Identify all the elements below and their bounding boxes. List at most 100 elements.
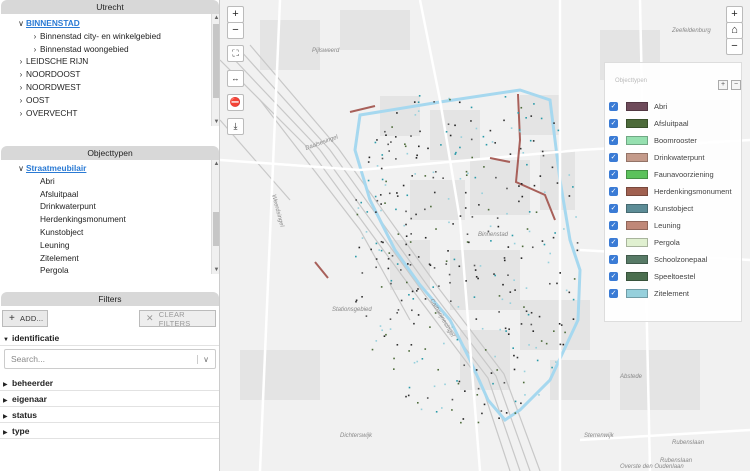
- object-marker[interactable]: [507, 333, 510, 335]
- object-marker[interactable]: [451, 398, 454, 401]
- object-marker[interactable]: [449, 281, 451, 284]
- scroll-up-icon[interactable]: ▲: [212, 160, 219, 168]
- object-marker[interactable]: [452, 223, 454, 225]
- object-marker[interactable]: [470, 138, 473, 141]
- object-marker[interactable]: [375, 340, 378, 342]
- object-marker[interactable]: [543, 243, 546, 246]
- checkbox-icon[interactable]: ✓: [609, 288, 618, 298]
- object-marker[interactable]: [460, 421, 462, 424]
- object-marker[interactable]: [464, 191, 467, 194]
- object-marker[interactable]: [568, 291, 571, 294]
- object-marker[interactable]: [496, 369, 499, 371]
- object-marker[interactable]: [429, 264, 432, 267]
- object-marker[interactable]: [365, 315, 368, 317]
- checkbox-icon[interactable]: ✓: [609, 135, 618, 145]
- home-button[interactable]: ⌂: [726, 22, 743, 39]
- object-marker[interactable]: [368, 156, 371, 159]
- object-marker[interactable]: [507, 274, 509, 276]
- object-marker[interactable]: [568, 174, 571, 176]
- tree-item[interactable]: Leuning: [0, 239, 219, 252]
- object-marker[interactable]: [519, 130, 521, 133]
- fullscreen-button[interactable]: ⛶: [227, 45, 244, 62]
- object-marker[interactable]: [430, 205, 432, 208]
- object-marker[interactable]: [521, 195, 524, 198]
- object-marker[interactable]: [513, 242, 516, 245]
- object-marker[interactable]: [492, 382, 494, 385]
- object-marker[interactable]: [520, 323, 523, 325]
- object-marker[interactable]: [521, 245, 524, 248]
- object-marker[interactable]: [361, 272, 364, 274]
- object-marker[interactable]: [483, 403, 486, 406]
- object-marker[interactable]: [400, 299, 403, 302]
- object-marker[interactable]: [449, 98, 451, 101]
- area-scrollbar[interactable]: ▲ ▼: [211, 14, 219, 126]
- object-marker[interactable]: [388, 252, 391, 254]
- object-marker[interactable]: [467, 172, 469, 175]
- zoom-out-button[interactable]: −: [227, 22, 244, 39]
- object-marker[interactable]: [413, 361, 416, 364]
- object-marker[interactable]: [454, 153, 457, 155]
- object-marker[interactable]: [380, 240, 383, 243]
- object-marker[interactable]: [447, 198, 450, 200]
- legend-item[interactable]: ✓ Schoolzonepaal: [609, 253, 707, 265]
- object-marker[interactable]: [559, 272, 561, 274]
- clear-selection-button[interactable]: ⛔: [227, 94, 244, 111]
- object-marker[interactable]: [384, 130, 386, 133]
- object-marker[interactable]: [517, 112, 520, 114]
- object-marker[interactable]: [552, 236, 555, 239]
- object-marker[interactable]: [465, 170, 468, 173]
- object-marker[interactable]: [453, 258, 456, 261]
- tree-item[interactable]: › NOORDOOST: [0, 68, 219, 81]
- object-marker[interactable]: [410, 217, 413, 220]
- object-marker[interactable]: [541, 240, 544, 242]
- object-marker[interactable]: [456, 380, 458, 382]
- object-marker[interactable]: [391, 254, 394, 257]
- object-marker[interactable]: [464, 390, 466, 392]
- object-marker[interactable]: [575, 216, 577, 218]
- object-marker[interactable]: [490, 372, 493, 374]
- object-marker[interactable]: [409, 264, 412, 266]
- object-marker[interactable]: [481, 192, 483, 195]
- object-marker[interactable]: [538, 315, 541, 318]
- object-marker[interactable]: [365, 231, 368, 233]
- object-marker[interactable]: [479, 265, 482, 267]
- tree-item[interactable]: › OOST: [0, 94, 219, 107]
- legend-item[interactable]: ✓ Abri: [609, 100, 667, 112]
- checkbox-icon[interactable]: ✓: [609, 186, 618, 196]
- object-marker[interactable]: [538, 394, 540, 396]
- legend-item[interactable]: ✓ Pergola: [609, 236, 680, 248]
- checkbox-icon[interactable]: ✓: [609, 203, 618, 213]
- legend-item[interactable]: ✓ Kunstobject: [609, 202, 693, 214]
- object-marker[interactable]: [504, 96, 507, 98]
- object-marker[interactable]: [489, 129, 492, 132]
- object-marker[interactable]: [576, 249, 579, 252]
- object-marker[interactable]: [443, 342, 445, 345]
- object-marker[interactable]: [414, 173, 417, 175]
- object-marker[interactable]: [371, 348, 374, 351]
- object-marker[interactable]: [420, 408, 423, 411]
- zoom-in-button[interactable]: +: [227, 6, 244, 23]
- object-marker[interactable]: [530, 115, 533, 117]
- chevron-down-icon[interactable]: ∨: [197, 354, 209, 364]
- object-marker[interactable]: [408, 350, 410, 352]
- object-marker[interactable]: [503, 119, 505, 122]
- object-marker[interactable]: [384, 184, 387, 186]
- search-input[interactable]: Search... ∨: [4, 349, 216, 369]
- object-marker[interactable]: [397, 233, 400, 235]
- object-marker[interactable]: [533, 184, 536, 187]
- object-marker[interactable]: [504, 327, 507, 330]
- object-marker[interactable]: [447, 123, 450, 126]
- object-marker[interactable]: [394, 136, 397, 138]
- object-marker[interactable]: [391, 126, 393, 128]
- object-marker[interactable]: [513, 368, 516, 371]
- object-marker[interactable]: [532, 330, 535, 332]
- object-marker[interactable]: [415, 213, 417, 216]
- tree-item[interactable]: Abri: [0, 175, 219, 188]
- object-marker[interactable]: [456, 338, 459, 341]
- object-marker[interactable]: [381, 154, 384, 156]
- object-marker[interactable]: [406, 152, 409, 155]
- object-marker[interactable]: [563, 228, 565, 230]
- object-marker[interactable]: [357, 207, 360, 209]
- object-marker[interactable]: [366, 211, 369, 213]
- object-marker[interactable]: [551, 366, 553, 369]
